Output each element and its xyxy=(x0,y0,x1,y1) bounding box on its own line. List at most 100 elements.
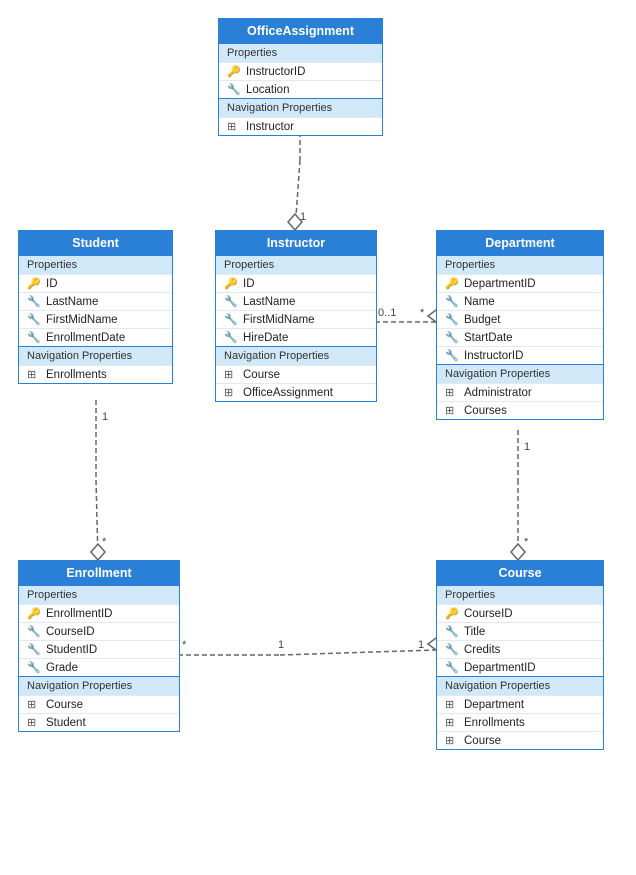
prop-hiredate: 🔧 HireDate xyxy=(216,328,376,346)
wrench-icon: 🔧 xyxy=(445,331,459,344)
prop-name: StudentID xyxy=(46,644,97,656)
key-icon: 🔑 xyxy=(445,607,459,620)
key-icon: 🔑 xyxy=(224,277,238,290)
properties-label-instructor: Properties xyxy=(216,255,376,274)
entity-student-title: Student xyxy=(19,231,172,255)
wrench-icon: 🔧 xyxy=(27,643,41,656)
prop-instructorid: 🔧 InstructorID xyxy=(437,346,603,364)
key-icon: 🔑 xyxy=(445,277,459,290)
prop-lastname: 🔧 LastName xyxy=(216,292,376,310)
prop-departmentid: 🔑 DepartmentID xyxy=(437,274,603,292)
key-icon: 🔑 xyxy=(227,65,241,78)
nav-enrollments: ⊞ Enrollments xyxy=(19,365,172,383)
wrench-icon: 🔧 xyxy=(445,625,459,638)
entity-course-title: Course xyxy=(437,561,603,585)
nav-label-course: Navigation Properties xyxy=(437,676,603,695)
wrench-icon: 🔧 xyxy=(27,661,41,674)
prop-enrollmentdate: 🔧 EnrollmentDate xyxy=(19,328,172,346)
nav-icon: ⊞ xyxy=(27,368,41,381)
svg-text:1: 1 xyxy=(102,411,108,423)
entity-instructor-title: Instructor xyxy=(216,231,376,255)
nav-icon: ⊞ xyxy=(27,716,41,729)
entity-enrollment-title: Enrollment xyxy=(19,561,179,585)
wrench-icon: 🔧 xyxy=(445,661,459,674)
nav-officeassignment: ⊞ OfficeAssignment xyxy=(216,383,376,401)
nav-label-instructor: Navigation Properties xyxy=(216,346,376,365)
nav-icon: ⊞ xyxy=(27,698,41,711)
prop-name: EnrollmentDate xyxy=(46,332,125,344)
prop-departmentid: 🔧 DepartmentID xyxy=(437,658,603,676)
diagram-container: 0..1 1 0..1 * 1 * 1 * * 1 xyxy=(0,0,636,875)
prop-name: Credits xyxy=(464,644,500,656)
nav-student: ⊞ Student xyxy=(19,713,179,731)
prop-firstmidname: 🔧 FirstMidName xyxy=(216,310,376,328)
wrench-icon: 🔧 xyxy=(224,313,238,326)
nav-name: Student xyxy=(46,717,86,729)
prop-id: 🔑 ID xyxy=(216,274,376,292)
nav-label-department: Navigation Properties xyxy=(437,364,603,383)
prop-name: DepartmentID xyxy=(464,662,536,674)
nav-icon: ⊞ xyxy=(445,404,459,417)
properties-label-student: Properties xyxy=(19,255,172,274)
svg-text:0..1: 0..1 xyxy=(378,307,396,319)
nav-course: ⊞ Course xyxy=(19,695,179,713)
prop-title: 🔧 Title xyxy=(437,622,603,640)
properties-label-enrollment: Properties xyxy=(19,585,179,604)
properties-label-course: Properties xyxy=(437,585,603,604)
key-icon: 🔑 xyxy=(27,277,41,290)
prop-name: Name xyxy=(464,296,495,308)
svg-text:*: * xyxy=(420,307,425,319)
nav-name: Enrollments xyxy=(46,369,107,381)
prop-firstmidname: 🔧 FirstMidName xyxy=(19,310,172,328)
entity-officeassignment-title: OfficeAssignment xyxy=(219,19,382,43)
nav-instructor: ⊞ Instructor xyxy=(219,117,382,135)
prop-courseid: 🔑 CourseID xyxy=(437,604,603,622)
nav-icon: ⊞ xyxy=(224,386,238,399)
prop-name: LastName xyxy=(243,296,295,308)
entity-course: Course Properties 🔑 CourseID 🔧 Title 🔧 C… xyxy=(436,560,604,750)
wrench-icon: 🔧 xyxy=(445,349,459,362)
svg-text:1: 1 xyxy=(418,639,424,651)
wrench-icon: 🔧 xyxy=(224,331,238,344)
nav-courses: ⊞ Courses xyxy=(437,401,603,419)
wrench-icon: 🔧 xyxy=(227,83,241,96)
nav-course: ⊞ Course xyxy=(437,731,603,749)
nav-enrollments: ⊞ Enrollments xyxy=(437,713,603,731)
prop-name: ID xyxy=(243,278,255,290)
entity-department: Department Properties 🔑 DepartmentID 🔧 N… xyxy=(436,230,604,420)
entity-department-title: Department xyxy=(437,231,603,255)
prop-name: Grade xyxy=(46,662,78,674)
entity-instructor: Instructor Properties 🔑 ID 🔧 LastName 🔧 … xyxy=(215,230,377,402)
nav-icon: ⊞ xyxy=(445,716,459,729)
nav-course: ⊞ Course xyxy=(216,365,376,383)
nav-icon: ⊞ xyxy=(445,698,459,711)
prop-name: Location xyxy=(246,84,289,96)
nav-department: ⊞ Department xyxy=(437,695,603,713)
nav-label-student: Navigation Properties xyxy=(19,346,172,365)
nav-icon: ⊞ xyxy=(227,120,241,133)
wrench-icon: 🔧 xyxy=(27,625,41,638)
nav-icon: ⊞ xyxy=(445,734,459,747)
nav-label-enrollment: Navigation Properties xyxy=(19,676,179,695)
key-icon: 🔑 xyxy=(27,607,41,620)
prop-name: Budget xyxy=(464,314,500,326)
prop-name: CourseID xyxy=(464,608,513,620)
prop-name: EnrollmentID xyxy=(46,608,112,620)
prop-name: CourseID xyxy=(46,626,95,638)
prop-location: 🔧 Location xyxy=(219,80,382,98)
wrench-icon: 🔧 xyxy=(27,313,41,326)
nav-icon: ⊞ xyxy=(224,368,238,381)
prop-name: ID xyxy=(46,278,58,290)
svg-text:*: * xyxy=(102,536,107,548)
prop-name: InstructorID xyxy=(246,66,305,78)
properties-label-department: Properties xyxy=(437,255,603,274)
svg-text:1: 1 xyxy=(300,211,306,223)
prop-grade: 🔧 Grade xyxy=(19,658,179,676)
prop-name: FirstMidName xyxy=(46,314,118,326)
prop-id: 🔑 ID xyxy=(19,274,172,292)
prop-name: 🔧 Name xyxy=(437,292,603,310)
svg-text:1: 1 xyxy=(278,639,284,651)
wrench-icon: 🔧 xyxy=(445,313,459,326)
wrench-icon: 🔧 xyxy=(27,331,41,344)
prop-instructorid: 🔑 InstructorID xyxy=(219,62,382,80)
